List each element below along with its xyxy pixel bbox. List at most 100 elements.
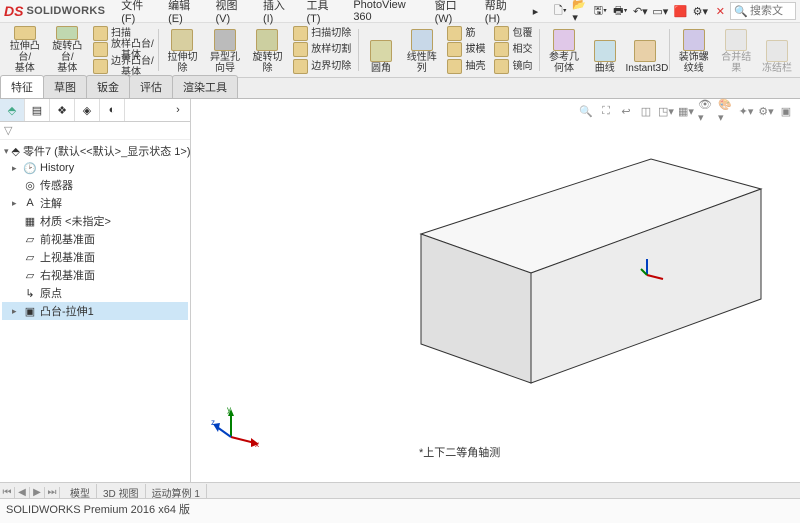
tree-history[interactable]: ▸🕑History <box>2 160 188 176</box>
filter-bar: ▽ <box>0 122 190 140</box>
tree-material[interactable]: ▦材质 <未指定> <box>2 212 188 230</box>
feature-tree-tab-icon[interactable]: ⬘ <box>0 99 25 121</box>
save-icon[interactable]: 🖫▾ <box>592 3 608 19</box>
panel-tab-icons: ⬘ ▤ ❖ ◈ ◐ › <box>0 99 190 122</box>
select-icon[interactable]: ▭▾ <box>652 3 668 19</box>
tab-feature[interactable]: 特征 <box>0 75 44 98</box>
dimxpert-tab-icon[interactable]: ◈ <box>75 99 100 121</box>
menu-photoview[interactable]: PhotoView 360 <box>347 0 426 25</box>
tree-annotations[interactable]: ▸A注解 <box>2 194 188 212</box>
svg-text:z: z <box>211 418 215 427</box>
draft-icon <box>447 42 462 57</box>
hole-wizard-button[interactable]: 异型孔 向导 <box>204 25 245 75</box>
sweep-cut-button[interactable]: 扫描切除 <box>289 26 355 41</box>
tree-front-plane[interactable]: ▱前视基准面 <box>2 230 188 248</box>
quick-toolbar: 🗋▾ 📂▾ 🖫▾ 🖶▾ ↶▾ ▭▾ 🟥 ⚙▾ ✕ <box>552 3 728 19</box>
rib-button[interactable]: 筋 <box>443 26 489 41</box>
material-icon: ▦ <box>23 214 37 228</box>
mirror-icon <box>494 59 509 74</box>
tab-render[interactable]: 渲染工具 <box>172 75 238 98</box>
shell-icon <box>447 59 462 74</box>
menu-window[interactable]: 窗口(W) <box>429 0 477 27</box>
shell-button[interactable]: 抽壳 <box>443 59 489 74</box>
tree-extrude-feature[interactable]: ▸▣凸台-拉伸1 <box>2 302 188 320</box>
rebuild-icon[interactable]: 🟥 <box>672 3 688 19</box>
fillet-icon <box>370 40 392 62</box>
undo-icon[interactable]: ↶▾ <box>632 3 648 19</box>
menu-insert[interactable]: 插入(I) <box>257 0 299 27</box>
loft-cut-button[interactable]: 放样切割 <box>289 42 355 57</box>
boundary-cut-button[interactable]: 边界切除 <box>289 59 355 74</box>
draft-button[interactable]: 拔模 <box>443 42 489 57</box>
tab-sheetmetal[interactable]: 钣金 <box>86 75 130 98</box>
tree-origin[interactable]: ↳原点 <box>2 284 188 302</box>
options-icon[interactable]: ⚙▾ <box>692 3 708 19</box>
curves-icon <box>594 40 616 62</box>
rib-icon <box>447 26 462 41</box>
extrude-cut-button[interactable]: 拉伸切 除 <box>162 25 203 75</box>
tab-first-icon[interactable]: ⏮ <box>0 487 15 498</box>
graphics-viewport[interactable]: 🔍 ⛶ ↩ ◫ ◳▾ ▦▾ 👁▾ 🎨▾ ✦▾ ⚙▾ ▣ <box>191 99 800 507</box>
tree-root[interactable]: ▾⬘零件7 (默认<<默认>_显示状态 1>) <box>2 142 188 160</box>
feature-tree: ▾⬘零件7 (默认<<默认>_显示状态 1>) ▸🕑History ◎传感器 ▸… <box>0 140 190 507</box>
revolve-boss-button[interactable]: 旋转凸 台/基体 <box>46 25 87 75</box>
loft-icon <box>93 42 108 57</box>
part-icon: ⬘ <box>12 144 20 158</box>
display-tab-icon[interactable]: ◐ <box>100 99 125 121</box>
new-icon[interactable]: 🗋▾ <box>552 3 568 19</box>
hole-icon <box>214 29 236 51</box>
revolve-cut-button[interactable]: 旋转切 除 <box>247 25 288 75</box>
intersect-button[interactable]: 相交 <box>490 42 536 57</box>
instant3d-button[interactable]: Instant3D <box>625 25 666 75</box>
panel-more-icon[interactable]: › <box>166 99 190 121</box>
tree-right-plane[interactable]: ▱右视基准面 <box>2 266 188 284</box>
close-panel-icon[interactable]: ✕ <box>712 3 728 19</box>
status-bar: SOLIDWORKS Premium 2016 x64 版 <box>0 498 800 523</box>
tree-top-plane[interactable]: ▱上视基准面 <box>2 248 188 266</box>
tab-prev-icon[interactable]: ◀ <box>15 487 30 498</box>
curves-button[interactable]: 曲线 <box>586 25 624 75</box>
wrap-button[interactable]: 包覆 <box>490 26 536 41</box>
menu-file[interactable]: 文件(F) <box>115 0 160 27</box>
sweep-cut-icon <box>293 26 308 41</box>
extrude-boss-button[interactable]: 拉伸凸 台/基体 <box>4 25 45 75</box>
linear-pattern-button[interactable]: 线性阵 列 <box>401 25 442 75</box>
open-icon[interactable]: 📂▾ <box>572 3 588 19</box>
menu-edit[interactable]: 编辑(E) <box>162 0 207 27</box>
tab-sketch[interactable]: 草图 <box>43 75 87 98</box>
tab-last-icon[interactable]: ⏭ <box>45 487 60 498</box>
model-rendering <box>191 99 800 489</box>
config-tab-icon[interactable]: ❖ <box>50 99 75 121</box>
mirror-button[interactable]: 镜向 <box>490 59 536 74</box>
search-input[interactable] <box>748 4 792 18</box>
svg-text:x: x <box>255 440 259 449</box>
annotation-icon: A <box>23 196 37 210</box>
boundary-button[interactable]: 边界凸台/基体 <box>89 59 155 74</box>
boundary-cut-icon <box>293 59 308 74</box>
menu-help[interactable]: 帮助(H) <box>479 0 525 27</box>
filter-icon[interactable]: ▽ <box>4 124 12 137</box>
fillet-button[interactable]: 圆角 <box>362 25 400 75</box>
origin-icon: ↳ <box>23 286 37 300</box>
tab-nav-buttons: ⏮ ◀ ▶ ⏭ <box>0 487 60 498</box>
search-box[interactable]: 🔍 <box>730 2 796 20</box>
plane-icon: ▱ <box>23 250 37 264</box>
tab-evaluate[interactable]: 评估 <box>129 75 173 98</box>
menu-tools[interactable]: 工具(T) <box>300 0 345 27</box>
revolve-icon <box>56 26 78 40</box>
decals-button[interactable]: 装饰螺 纹线 <box>673 25 714 75</box>
menu-view[interactable]: 视图(V) <box>210 0 255 27</box>
freeze-button: 冻结栏 <box>758 25 796 75</box>
tab-next-icon[interactable]: ▶ <box>30 487 45 498</box>
tree-sensors[interactable]: ◎传感器 <box>2 176 188 194</box>
pattern-icon <box>411 29 433 51</box>
reference-geometry-button[interactable]: 参考几 何体 <box>543 25 584 75</box>
property-tab-icon[interactable]: ▤ <box>25 99 50 121</box>
menu-expand[interactable]: ▸ <box>527 3 545 20</box>
intersect-icon <box>494 42 509 57</box>
print-icon[interactable]: 🖶▾ <box>612 3 628 19</box>
status-text: SOLIDWORKS Premium 2016 x64 版 <box>6 504 190 516</box>
loft-cut-icon <box>293 42 308 57</box>
view-triad-icon[interactable]: y x z <box>221 407 261 447</box>
freeze-icon <box>766 40 788 62</box>
